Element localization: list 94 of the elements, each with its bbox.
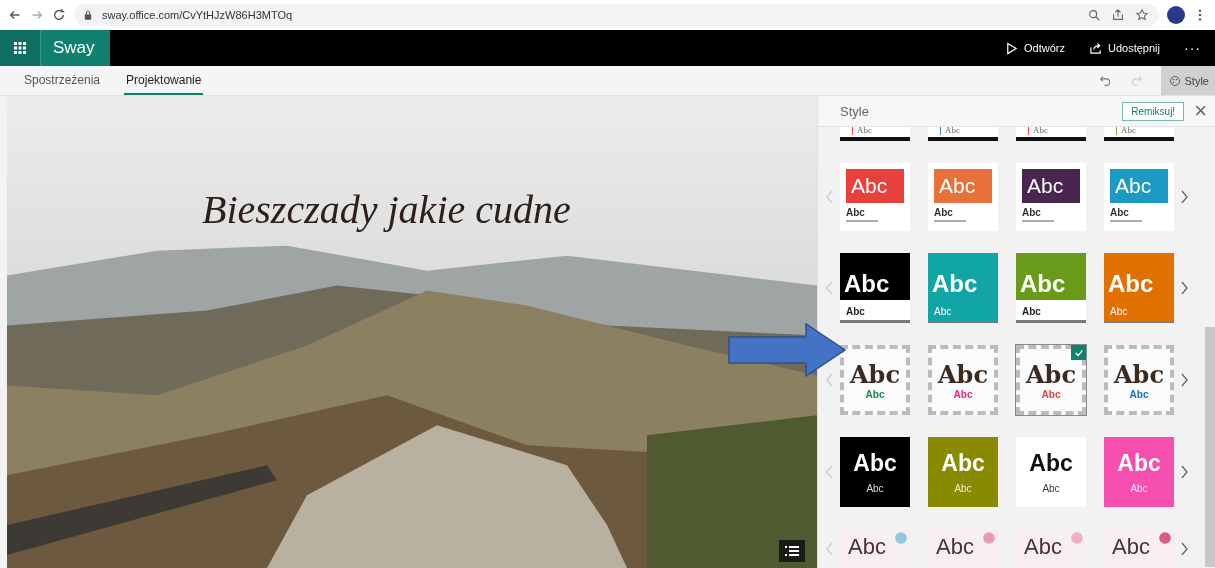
heading-sample: Abc: [1110, 169, 1168, 203]
style-tile[interactable]: Abc: [928, 529, 998, 568]
style-tile[interactable]: Abc Abc: [1016, 253, 1086, 323]
slide-title[interactable]: Bieszczady jakie cudne: [202, 186, 571, 233]
checkmark-icon: [1071, 345, 1086, 360]
style-tile[interactable]: Abc Abc: [1104, 163, 1174, 231]
play-icon: [1005, 41, 1019, 55]
heading-sample: Abc: [1026, 360, 1076, 389]
tab[interactable]: Spostrzeżenia: [22, 66, 103, 95]
heading-sample: Abc: [941, 450, 985, 477]
style-tile[interactable]: Abc: [1104, 529, 1174, 568]
style-tile[interactable]: Abc Abc: [928, 163, 998, 231]
style-tile[interactable]: Abc Abc: [1016, 345, 1086, 415]
panel-title: Style: [840, 103, 869, 119]
grid-icon: [14, 42, 26, 54]
heading-sample: Abc: [848, 534, 886, 560]
heading-sample: Abc: [928, 253, 998, 300]
sample-text: Abc: [1121, 127, 1136, 135]
style-tile[interactable]: Abc Abc: [1016, 437, 1086, 507]
body-sample: Abc: [1130, 483, 1148, 494]
heading-sample: Abc: [1016, 253, 1086, 300]
chevron-right-icon[interactable]: [1180, 465, 1188, 479]
avatar-icon[interactable]: [1167, 6, 1185, 24]
sample-text: Abc: [945, 127, 960, 135]
app-name[interactable]: Sway: [40, 30, 110, 66]
style-tile[interactable]: Abc Abc: [840, 437, 910, 507]
heading-sample: Abc: [853, 450, 897, 477]
body-sample: Abc: [1042, 483, 1060, 494]
style-tile[interactable]: Abc Abc: [840, 253, 910, 323]
style-tile[interactable]: Abc: [1104, 127, 1174, 141]
navigation-button[interactable]: [779, 540, 805, 562]
heading-sample: Abc: [1117, 450, 1161, 477]
chevron-right-icon[interactable]: [1180, 190, 1188, 204]
body-sample: Abc: [1129, 389, 1149, 400]
style-tile[interactable]: Abc Abc: [840, 163, 910, 231]
reload-icon[interactable]: [52, 8, 66, 22]
body-sample: Abc: [846, 207, 878, 222]
style-tile[interactable]: Abc: [1016, 127, 1086, 141]
heading-sample: Abc: [840, 253, 910, 300]
palette-icon: [1168, 74, 1181, 87]
sample-text: Abc: [857, 127, 872, 135]
play-button[interactable]: Odtwórz: [1005, 41, 1065, 55]
style-tile[interactable]: Abc Abc: [928, 437, 998, 507]
heading-sample: Abc: [938, 360, 988, 389]
body-sample: Abc: [953, 389, 973, 400]
chevron-right-icon[interactable]: [1180, 281, 1188, 295]
style-tile[interactable]: Abc: [1016, 529, 1086, 568]
chevron-right-icon[interactable]: [1180, 373, 1188, 387]
style-tile[interactable]: Abc: [928, 127, 998, 141]
body-sample: Abc: [866, 483, 884, 494]
heading-sample: Abc: [936, 534, 974, 560]
lock-icon: [84, 10, 92, 20]
address-bar[interactable]: sway.office.com/CvYtHJzW86H3MTOq: [74, 4, 1159, 26]
back-icon[interactable]: [8, 8, 22, 22]
body-sample: Abc: [1021, 304, 1042, 319]
style-tile[interactable]: Abc Abc: [928, 345, 998, 415]
heading-sample: Abc: [1022, 169, 1080, 203]
heading-sample: Abc: [934, 169, 992, 203]
app-launcher-button[interactable]: [0, 30, 40, 66]
body-sample: Abc: [1022, 207, 1054, 222]
heading-sample: Abc: [1024, 534, 1062, 560]
body-sample: Abc: [1110, 207, 1142, 222]
list-icon: [785, 545, 799, 557]
body-sample: Abc: [845, 304, 866, 319]
heading-sample: Abc: [846, 169, 904, 203]
body-sample: Abc: [954, 483, 972, 494]
heading-sample: Abc: [1029, 450, 1073, 477]
undo-icon[interactable]: [1098, 74, 1112, 87]
url-text: sway.office.com/CvYtHJzW86H3MTOq: [102, 9, 293, 21]
share-button[interactable]: Udostępnij: [1089, 41, 1160, 55]
heading-sample: Abc: [1114, 360, 1164, 389]
more-button[interactable]: ···: [1184, 40, 1201, 56]
body-sample: Abc: [928, 300, 998, 322]
share-icon: [1089, 41, 1102, 55]
heading-sample: Abc: [1104, 253, 1174, 300]
body-sample: Abc: [1041, 389, 1061, 400]
style-button[interactable]: Style: [1160, 66, 1215, 95]
style-tile[interactable]: Abc: [840, 529, 910, 568]
heading-sample: Abc: [850, 360, 900, 389]
body-sample: Abc: [1104, 300, 1174, 322]
body-sample: Abc: [865, 389, 885, 400]
share-icon[interactable]: [1111, 8, 1125, 22]
remix-button[interactable]: Remiksuj!: [1122, 101, 1185, 121]
style-tile[interactable]: Abc Abc: [1104, 345, 1174, 415]
close-button[interactable]: ×: [1194, 101, 1207, 121]
style-tile[interactable]: Abc: [840, 127, 910, 141]
chevron-right-icon[interactable]: [1180, 542, 1188, 556]
sample-text: Abc: [1033, 127, 1048, 135]
body-sample: Abc: [934, 207, 966, 222]
style-tile[interactable]: Abc Abc: [1016, 163, 1086, 231]
zoom-icon[interactable]: [1087, 8, 1101, 22]
style-tile[interactable]: Abc Abc: [840, 345, 910, 415]
heading-sample: Abc: [1112, 534, 1150, 560]
star-icon[interactable]: [1135, 8, 1149, 22]
